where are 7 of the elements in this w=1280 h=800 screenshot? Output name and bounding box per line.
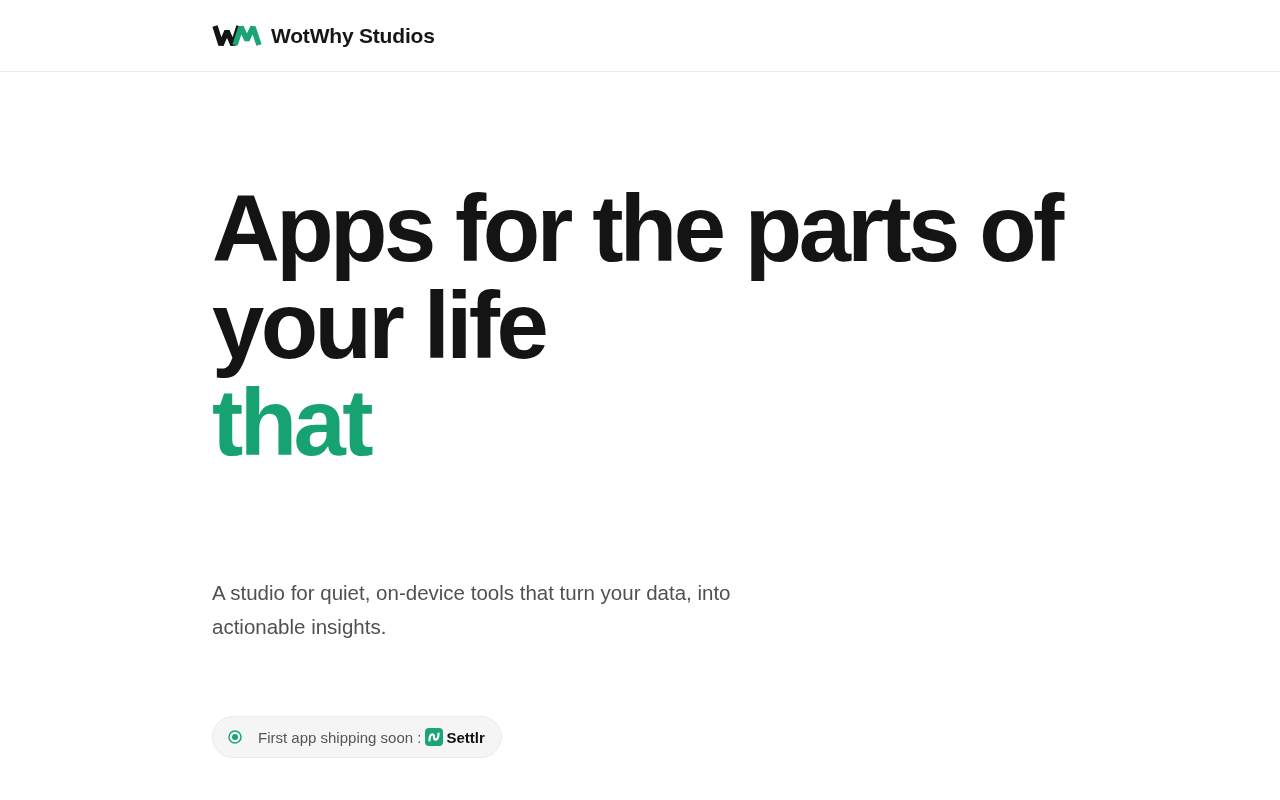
app-icon (425, 728, 444, 746)
logo-icon (212, 23, 262, 48)
brand-link[interactable]: WotWhy Studios (212, 23, 435, 48)
announcement-text: First app shipping soon : (258, 728, 422, 746)
tagline: A studio for quiet, on-device tools that turn your data, into actionable insights. (212, 580, 732, 640)
app-name: Settlr (446, 728, 485, 746)
status-dot-icon (228, 730, 242, 744)
